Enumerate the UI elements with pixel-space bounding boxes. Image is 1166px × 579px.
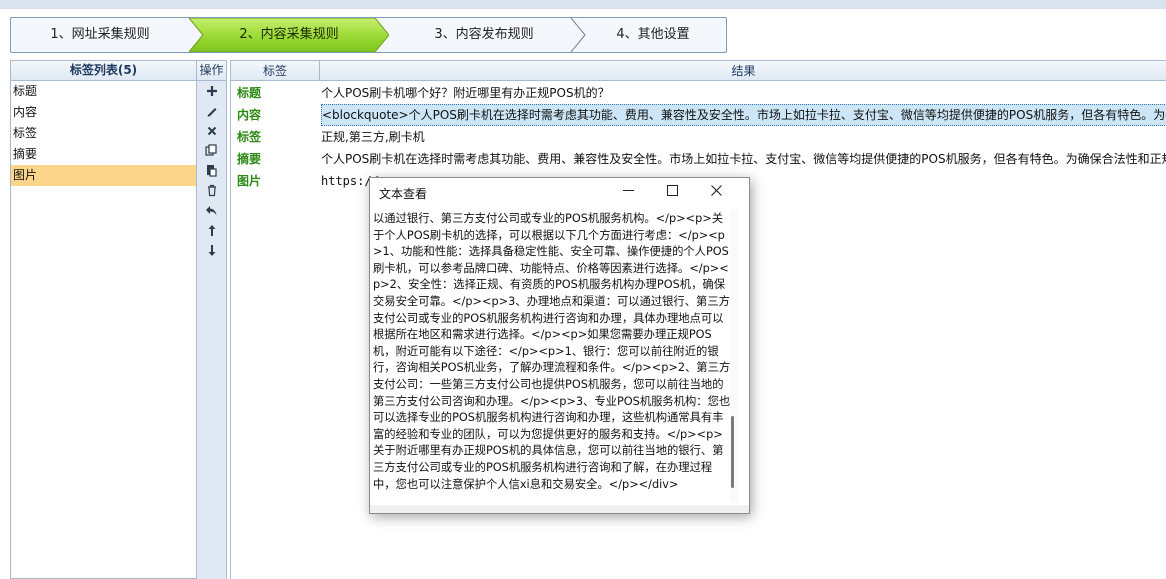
dialog-title: 文本查看 [379,187,428,201]
row-tag: 图片 [237,174,262,188]
tag-list-panel: 标签列表(5) 标题 内容 标签 摘要 图片 [10,60,197,579]
step-label: 1、网址采集规则 [50,27,150,42]
plus-icon[interactable] [197,81,226,101]
tag-list-item-selected[interactable]: 图片 [11,165,196,186]
step-content-rules[interactable]: 2、内容采集规则 [189,18,389,52]
undo-icon[interactable] [197,201,226,221]
column-header-result[interactable]: 结果 [320,61,1166,81]
step-url-rules[interactable]: 1、网址采集规则 [11,18,189,52]
row-result: 个人POS刷卡机在选择时需考虑其功能、费用、兼容性及安全性。市场上如拉卡拉、支付… [321,152,1166,166]
step-label: 4、其他设置 [616,27,690,42]
top-band [0,0,1166,9]
tag-list-item[interactable]: 标题 [11,81,196,102]
step-publish-rules[interactable]: 3、内容发布规则 [389,18,579,52]
arrow-up-icon[interactable] [197,221,226,241]
row-result-selected: <blockquote>个人POS刷卡机在选择时需考虑其功能、费用、兼容性及安全… [321,104,1166,126]
row-tag: 内容 [237,108,262,122]
row-result: 个人POS刷卡机哪个好？附近哪里有办正规POS机的？ [321,86,610,100]
trash-icon[interactable] [197,181,226,201]
copy-icon[interactable] [197,141,226,161]
delete-icon[interactable] [197,121,226,141]
tag-list-item[interactable]: 内容 [11,102,196,123]
row-tag: 摘要 [237,152,262,166]
row-tag: 标题 [237,86,262,100]
maximize-icon[interactable] [650,178,694,207]
table-row[interactable]: 标签 正规,第三方,刷卡机 [231,126,1166,148]
step-label: 3、内容发布规则 [434,27,534,42]
step-other-settings[interactable]: 4、其他设置 [579,18,726,52]
row-result: 正规,第三方,刷卡机 [321,130,425,144]
close-icon[interactable] [694,178,738,207]
text-view-dialog: 文本查看 以通过银行、第三方支付公司或专业的POS机服务机构。</p><p>关于… [369,177,750,514]
table-row[interactable]: 标题 个人POS刷卡机哪个好？附近哪里有办正规POS机的？ [231,82,1166,104]
edit-icon[interactable] [197,101,226,121]
dialog-text-content[interactable]: 以通过银行、第三方支付公司或专业的POS机服务机构。</p><p>关于个人POS… [373,211,735,503]
tag-list-item[interactable]: 摘要 [11,144,196,165]
step-label: 2、内容采集规则 [239,27,339,42]
arrow-down-icon[interactable] [197,241,226,261]
dialog-bottom-edge [370,505,749,513]
paste-icon[interactable] [197,161,226,181]
tag-list-item[interactable]: 标签 [11,123,196,144]
table-row[interactable]: 摘要 个人POS刷卡机在选择时需考虑其功能、费用、兼容性及安全性。市场上如拉卡拉… [231,148,1166,170]
wizard-steps: 1、网址采集规则 2、内容采集规则 3、内容发布规则 4、其他设置 [10,17,727,53]
column-header-tag[interactable]: 标签 [231,61,320,81]
dialog-titlebar[interactable]: 文本查看 [370,178,749,207]
row-tag: 标签 [237,130,262,144]
table-row[interactable]: 内容 <blockquote>个人POS刷卡机在选择时需考虑其功能、费用、兼容性… [231,104,1166,126]
operations-header: 操作 [197,61,226,81]
minimize-icon[interactable] [606,178,650,207]
operations-toolbar: 操作 [197,60,227,579]
tag-list-header: 标签列表(5) [11,61,196,81]
dialog-scroll-thumb[interactable] [731,416,734,488]
grid-header: 标签 结果 [231,61,1166,81]
tag-list: 标题 内容 标签 摘要 图片 [11,81,196,186]
